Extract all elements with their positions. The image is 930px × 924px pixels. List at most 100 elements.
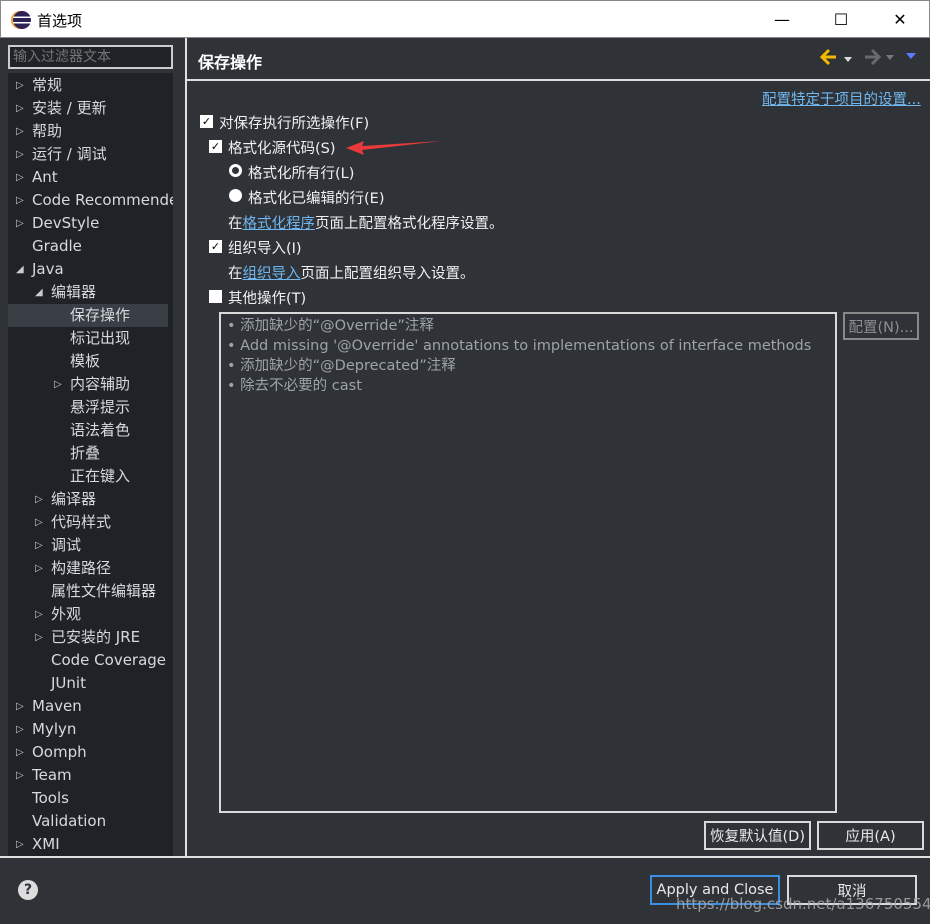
- tree-item-label: Code Recommenders: [32, 191, 173, 209]
- additional-actions-list[interactable]: • 添加缺少的“@Override”注释 • Add missing '@Ove…: [219, 312, 837, 813]
- filter-input[interactable]: [8, 45, 173, 69]
- additional-actions-label[interactable]: 其他操作(T): [228, 287, 306, 308]
- tree-item[interactable]: JUnit: [8, 672, 168, 695]
- expand-arrow-icon[interactable]: ▷: [16, 120, 24, 143]
- tree-item[interactable]: ▷ Maven: [8, 695, 168, 718]
- tree-item-label: Ant: [32, 168, 58, 186]
- tree-item[interactable]: ▷ 已安装的 JRE: [8, 626, 168, 649]
- tree-item-label: 构建路径: [51, 559, 112, 577]
- expand-arrow-icon[interactable]: ▷: [16, 764, 24, 787]
- perform-selected-label[interactable]: 对保存执行所选操作(F): [219, 112, 369, 133]
- tree-item[interactable]: Gradle: [8, 235, 168, 258]
- expand-arrow-icon[interactable]: ▷: [16, 97, 24, 120]
- organize-imports-checkbox[interactable]: ✓: [209, 240, 222, 253]
- page-title: 保存操作: [198, 53, 263, 72]
- perform-selected-checkbox[interactable]: ✓: [200, 115, 213, 128]
- format-all-label[interactable]: 格式化所有行(L): [248, 162, 354, 183]
- tree-item-label: 标记出现: [70, 329, 131, 347]
- format-edited-radio[interactable]: [229, 189, 242, 202]
- tree-item[interactable]: ▷ 常规: [8, 74, 168, 97]
- tree-item-label: Maven: [32, 697, 82, 715]
- close-button[interactable]: ✕: [885, 7, 915, 33]
- organize-imports-label[interactable]: 组织导入(I): [228, 237, 302, 258]
- tree-item[interactable]: 模板: [8, 350, 168, 373]
- tree-item[interactable]: 正在键入: [8, 465, 168, 488]
- project-settings-link[interactable]: 配置特定于项目的设置...: [762, 88, 921, 109]
- format-source-checkbox[interactable]: ✓: [209, 140, 222, 153]
- tree-item[interactable]: 保存操作: [8, 304, 168, 327]
- configure-button[interactable]: 配置(N)...: [843, 312, 919, 340]
- expand-arrow-icon[interactable]: ▷: [16, 166, 24, 189]
- apply-button[interactable]: 应用(A): [817, 821, 924, 850]
- tree-item-label: 内容辅助: [70, 375, 131, 393]
- tree-item[interactable]: 折叠: [8, 442, 168, 465]
- tree-item[interactable]: ▷ 帮助: [8, 120, 168, 143]
- expand-arrow-icon[interactable]: ▷: [35, 557, 43, 580]
- expand-arrow-icon[interactable]: ▷: [16, 143, 24, 166]
- tree-item-label: 模板: [70, 352, 101, 370]
- watermark: https://blog.csdn.net/a1367505542: [676, 895, 930, 913]
- tree-item[interactable]: 语法着色: [8, 419, 168, 442]
- expand-arrow-icon[interactable]: ▷: [35, 511, 43, 534]
- tree-item[interactable]: ▷ 构建路径: [8, 557, 168, 580]
- minimize-button[interactable]: —: [767, 7, 797, 33]
- expand-arrow-icon[interactable]: ▷: [35, 488, 43, 511]
- expand-arrow-icon[interactable]: ▷: [35, 626, 43, 649]
- tree-item[interactable]: ▷ DevStyle: [8, 212, 168, 235]
- format-all-radio[interactable]: [229, 164, 242, 177]
- tree-item-label: Team: [32, 766, 72, 784]
- tree-item[interactable]: ▷ 调试: [8, 534, 168, 557]
- restore-defaults-button[interactable]: 恢复默认值(D): [704, 821, 811, 850]
- tree-item[interactable]: 属性文件编辑器: [8, 580, 168, 603]
- forward-dropdown-icon[interactable]: [886, 55, 894, 60]
- tree-item[interactable]: ▷ Team: [8, 764, 168, 787]
- tree-item[interactable]: ▷ Oomph: [8, 741, 168, 764]
- expand-arrow-icon[interactable]: ▷: [35, 603, 43, 626]
- expand-arrow-icon[interactable]: ▷: [16, 718, 24, 741]
- back-dropdown-icon[interactable]: [844, 57, 852, 62]
- preference-tree: ▷ 常规 ▷ 安装 / 更新 ▷ 帮助 ▷ 运行 / 调试 ▷ Ant ▷ Code Recommen…: [8, 73, 173, 856]
- tree-item[interactable]: ▷ 安装 / 更新: [8, 97, 168, 120]
- format-source-label[interactable]: 格式化源代码(S): [228, 137, 336, 158]
- divider[interactable]: [185, 38, 187, 856]
- tree-item[interactable]: 悬浮提示: [8, 396, 168, 419]
- tree-item[interactable]: ▷ 运行 / 调试: [8, 143, 168, 166]
- tree-item[interactable]: ▷ Ant: [8, 166, 168, 189]
- expand-arrow-icon[interactable]: ▷: [54, 373, 62, 396]
- expand-arrow-icon[interactable]: ▷: [35, 534, 43, 557]
- tree-item[interactable]: Tools: [8, 787, 168, 810]
- collapse-arrow-icon[interactable]: ◢: [35, 281, 43, 304]
- expand-arrow-icon[interactable]: ▷: [16, 695, 24, 718]
- tree-item[interactable]: ▷ 编译器: [8, 488, 168, 511]
- additional-actions-checkbox[interactable]: [209, 290, 222, 303]
- expand-arrow-icon[interactable]: ▷: [16, 74, 24, 97]
- format-edited-label[interactable]: 格式化已编辑的行(E): [248, 187, 384, 208]
- expand-arrow-icon[interactable]: ▷: [16, 189, 24, 212]
- tree-item-label: JUnit: [51, 674, 86, 692]
- tree-item[interactable]: ▷ Mylyn: [8, 718, 168, 741]
- back-arrow-icon[interactable]: [820, 48, 836, 66]
- tree-item[interactable]: ▷ 内容辅助: [8, 373, 168, 396]
- forward-arrow-icon[interactable]: [865, 48, 882, 66]
- tree-item[interactable]: ▷ XMI: [8, 833, 168, 856]
- help-icon[interactable]: ?: [18, 880, 38, 900]
- tree-item[interactable]: ▷ Code Recommenders: [8, 189, 173, 212]
- tree-item-label: 代码样式: [51, 513, 112, 531]
- expand-arrow-icon[interactable]: ▷: [16, 833, 24, 856]
- tree-item[interactable]: Validation: [8, 810, 168, 833]
- view-menu-icon[interactable]: [906, 53, 916, 59]
- tree-item[interactable]: Code Coverage: [8, 649, 168, 672]
- tree-item[interactable]: 标记出现: [8, 327, 168, 350]
- collapse-arrow-icon[interactable]: ◢: [16, 258, 24, 281]
- organize-imports-link[interactable]: 组织导入: [243, 266, 301, 282]
- expand-arrow-icon[interactable]: ▷: [16, 212, 24, 235]
- expand-arrow-icon[interactable]: ▷: [16, 741, 24, 764]
- tree-item-label: 正在键入: [70, 467, 131, 485]
- maximize-button[interactable]: ☐: [826, 7, 856, 33]
- tree-item[interactable]: ▷ 外观: [8, 603, 168, 626]
- tree-item[interactable]: ◢ Java: [8, 258, 168, 281]
- tree-item[interactable]: ▷ 代码样式: [8, 511, 168, 534]
- formatter-note: 在格式化程序页面上配置格式化程序设置。: [228, 212, 504, 233]
- tree-item[interactable]: ◢ 编辑器: [8, 281, 168, 304]
- formatter-link[interactable]: 格式化程序: [243, 216, 316, 232]
